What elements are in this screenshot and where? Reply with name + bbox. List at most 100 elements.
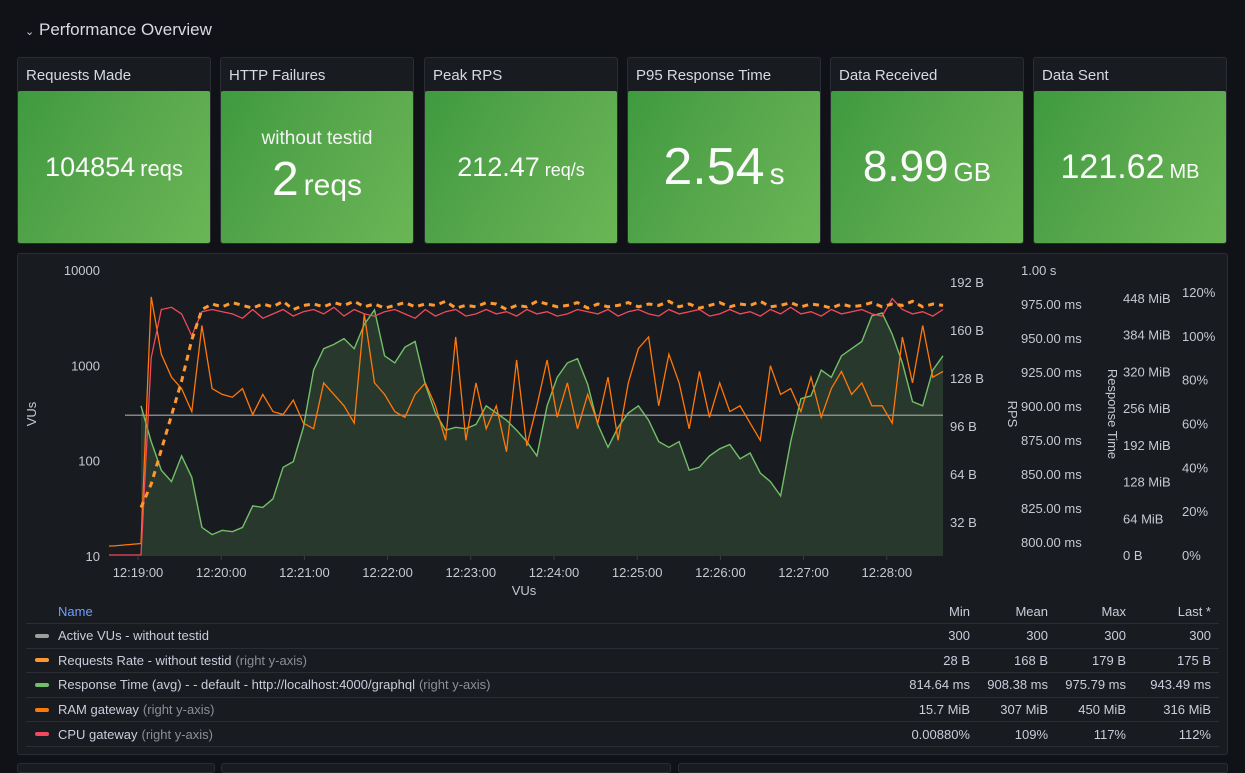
x-axis-label: VUs bbox=[512, 583, 537, 598]
legend-row[interactable]: Response Time (avg) - - default - http:/… bbox=[26, 673, 1219, 698]
series-color-swatch[interactable] bbox=[35, 707, 49, 712]
stat-number: 2.54 bbox=[663, 138, 765, 196]
legend-col-name[interactable]: Name bbox=[58, 604, 93, 619]
row-collapse-toggle[interactable]: ⌄ Performance Overview bbox=[25, 20, 212, 40]
y-tick-right_ram: 192 MiB bbox=[1123, 438, 1171, 453]
legend-col-max[interactable]: Max bbox=[1056, 604, 1134, 619]
y-tick-right_response: 925.00 ms bbox=[1021, 365, 1082, 380]
series-color-swatch[interactable] bbox=[35, 732, 49, 737]
y-tick-right_rps: 128 B bbox=[950, 371, 984, 386]
legend-row[interactable]: Active VUs - without testid 300 300 300 300 bbox=[26, 624, 1219, 649]
legend-last: 175 B bbox=[1177, 652, 1211, 668]
legend-mean: 168 B bbox=[1014, 652, 1048, 668]
stat-value: 2 reqs bbox=[272, 152, 362, 207]
y-tick-right_response: 1.00 s bbox=[1021, 263, 1057, 278]
y-tick-right_response: 875.00 ms bbox=[1021, 433, 1082, 448]
legend-max: 450 MiB bbox=[1078, 702, 1126, 718]
legend-row[interactable]: RAM gateway (right y-axis) 15.7 MiB 307 MiB… bbox=[26, 698, 1219, 723]
stat-panel-title: P95 Response Time bbox=[636, 67, 772, 84]
stat-panel-title: Data Received bbox=[839, 67, 938, 84]
panel-edge bbox=[17, 763, 215, 773]
stat-panel-data-sent[interactable]: Data Sent 121.62 MB bbox=[1033, 57, 1227, 244]
x-tick-label: 12:20:00 bbox=[196, 565, 247, 580]
stat-panel-body: 104854 reqs bbox=[18, 91, 210, 243]
stat-panel-body: 212.47 req/s bbox=[425, 91, 617, 243]
legend-max: 300 bbox=[1104, 628, 1126, 644]
stat-panel-body: 8.99 GB bbox=[831, 91, 1023, 243]
y-tick-right_response: 825.00 ms bbox=[1021, 501, 1082, 516]
legend-series-label: Requests Rate - without testid bbox=[58, 652, 232, 668]
legend-series-label: CPU gateway bbox=[58, 726, 138, 742]
legend-mean: 307 MiB bbox=[1000, 702, 1048, 718]
y-tick-right_rps: 32 B bbox=[950, 515, 977, 530]
legend-col-min[interactable]: Min bbox=[888, 604, 978, 619]
stat-number: 2 bbox=[271, 152, 299, 206]
stat-number: 121.62 bbox=[1060, 147, 1165, 186]
stat-number: 104854 bbox=[45, 151, 136, 182]
stat-panel-http-failures[interactable]: HTTP Failures without testid 2 reqs bbox=[220, 57, 414, 244]
panel-edge bbox=[678, 763, 1228, 773]
x-tick-label: 12:27:00 bbox=[778, 565, 829, 580]
legend-col-mean[interactable]: Mean bbox=[978, 604, 1056, 619]
y-tick-right_ram: 0 B bbox=[1123, 548, 1143, 563]
series-color-swatch[interactable] bbox=[35, 658, 49, 663]
x-tick-label: 12:24:00 bbox=[529, 565, 580, 580]
legend-axis-note: (right y-axis) bbox=[141, 726, 213, 742]
stat-subtitle: without testid bbox=[261, 127, 373, 149]
x-tick-label: 12:21:00 bbox=[279, 565, 330, 580]
y-tick-right_ram: 320 MiB bbox=[1123, 364, 1171, 379]
y-tick-right_rps: 64 B bbox=[950, 467, 977, 482]
stat-panel-title: Data Sent bbox=[1042, 67, 1109, 84]
legend-series-name[interactable]: RAM gateway (right y-axis) bbox=[26, 702, 888, 717]
stat-value: 8.99 GB bbox=[863, 142, 991, 192]
stat-unit: GB bbox=[953, 157, 992, 187]
legend-max: 975.79 ms bbox=[1065, 677, 1126, 693]
legend-row[interactable]: Requests Rate - without testid (right y-a… bbox=[26, 649, 1219, 674]
y-tick-right_response: 950.00 ms bbox=[1021, 331, 1082, 346]
stat-unit: s bbox=[769, 158, 785, 191]
legend-axis-note: (right y-axis) bbox=[235, 652, 307, 668]
stat-panel-body: 121.62 MB bbox=[1034, 91, 1226, 243]
series-color-swatch[interactable] bbox=[35, 633, 49, 638]
legend-series-name[interactable]: Requests Rate - without testid (right y-a… bbox=[26, 653, 888, 668]
stat-unit: reqs bbox=[140, 155, 183, 181]
y-tick-right_cpu: 40% bbox=[1182, 460, 1208, 475]
legend-mean: 908.38 ms bbox=[987, 677, 1048, 693]
stat-panel-peak-rps[interactable]: Peak RPS 212.47 req/s bbox=[424, 57, 618, 244]
legend-min: 814.64 ms bbox=[909, 677, 970, 693]
y-tick-left: 10000 bbox=[64, 263, 100, 278]
y-tick-right_ram: 384 MiB bbox=[1123, 328, 1171, 343]
y-tick-right_ram: 128 MiB bbox=[1123, 475, 1171, 490]
series-color-swatch[interactable] bbox=[35, 682, 49, 687]
y-tick-right_cpu: 80% bbox=[1182, 373, 1208, 388]
legend-series-name[interactable]: CPU gateway (right y-axis) bbox=[26, 727, 888, 742]
y-tick-left: 100 bbox=[78, 454, 100, 469]
y-tick-right_ram: 256 MiB bbox=[1123, 401, 1171, 416]
stat-panel-data-received[interactable]: Data Received 8.99 GB bbox=[830, 57, 1024, 244]
legend-series-label: Active VUs - without testid bbox=[58, 628, 209, 644]
legend-col-last[interactable]: Last * bbox=[1134, 604, 1219, 619]
stat-unit: req/s bbox=[544, 159, 585, 180]
y-tick-right_rps: 192 B bbox=[950, 275, 984, 290]
x-tick-label: 12:26:00 bbox=[695, 565, 746, 580]
panel-edge bbox=[221, 763, 671, 773]
legend-row[interactable]: CPU gateway (right y-axis) 0.00880% 109% 117… bbox=[26, 722, 1219, 747]
y-tick-right_cpu: 20% bbox=[1182, 504, 1208, 519]
stat-unit: reqs bbox=[303, 168, 363, 202]
legend-last: 300 bbox=[1189, 628, 1211, 644]
y-tick-right_rps: 96 B bbox=[950, 419, 977, 434]
y-tick-right_cpu: 0% bbox=[1182, 548, 1201, 563]
legend-last: 943.49 ms bbox=[1150, 677, 1211, 693]
legend-series-name[interactable]: Active VUs - without testid bbox=[26, 628, 888, 643]
legend-mean: 300 bbox=[1026, 628, 1048, 644]
stat-value: 212.47 req/s bbox=[457, 152, 585, 183]
timeseries-chart[interactable]: 10 100 1000 10000 VUs 12:19:00 12:20:00 12:21:0… bbox=[18, 254, 1229, 599]
y-tick-left: 1000 bbox=[71, 358, 100, 373]
x-tick-label: 12:25:00 bbox=[612, 565, 663, 580]
legend-axis-note: (right y-axis) bbox=[142, 702, 215, 718]
x-tick-label: 12:19:00 bbox=[113, 565, 164, 580]
stat-panel-p95-response-time[interactable]: P95 Response Time 2.54 s bbox=[627, 57, 821, 244]
stat-panel-requests-made[interactable]: Requests Made 104854 reqs bbox=[17, 57, 211, 244]
stat-value: 2.54 s bbox=[663, 137, 784, 197]
legend-series-name[interactable]: Response Time (avg) - - default - http:/… bbox=[26, 677, 888, 692]
